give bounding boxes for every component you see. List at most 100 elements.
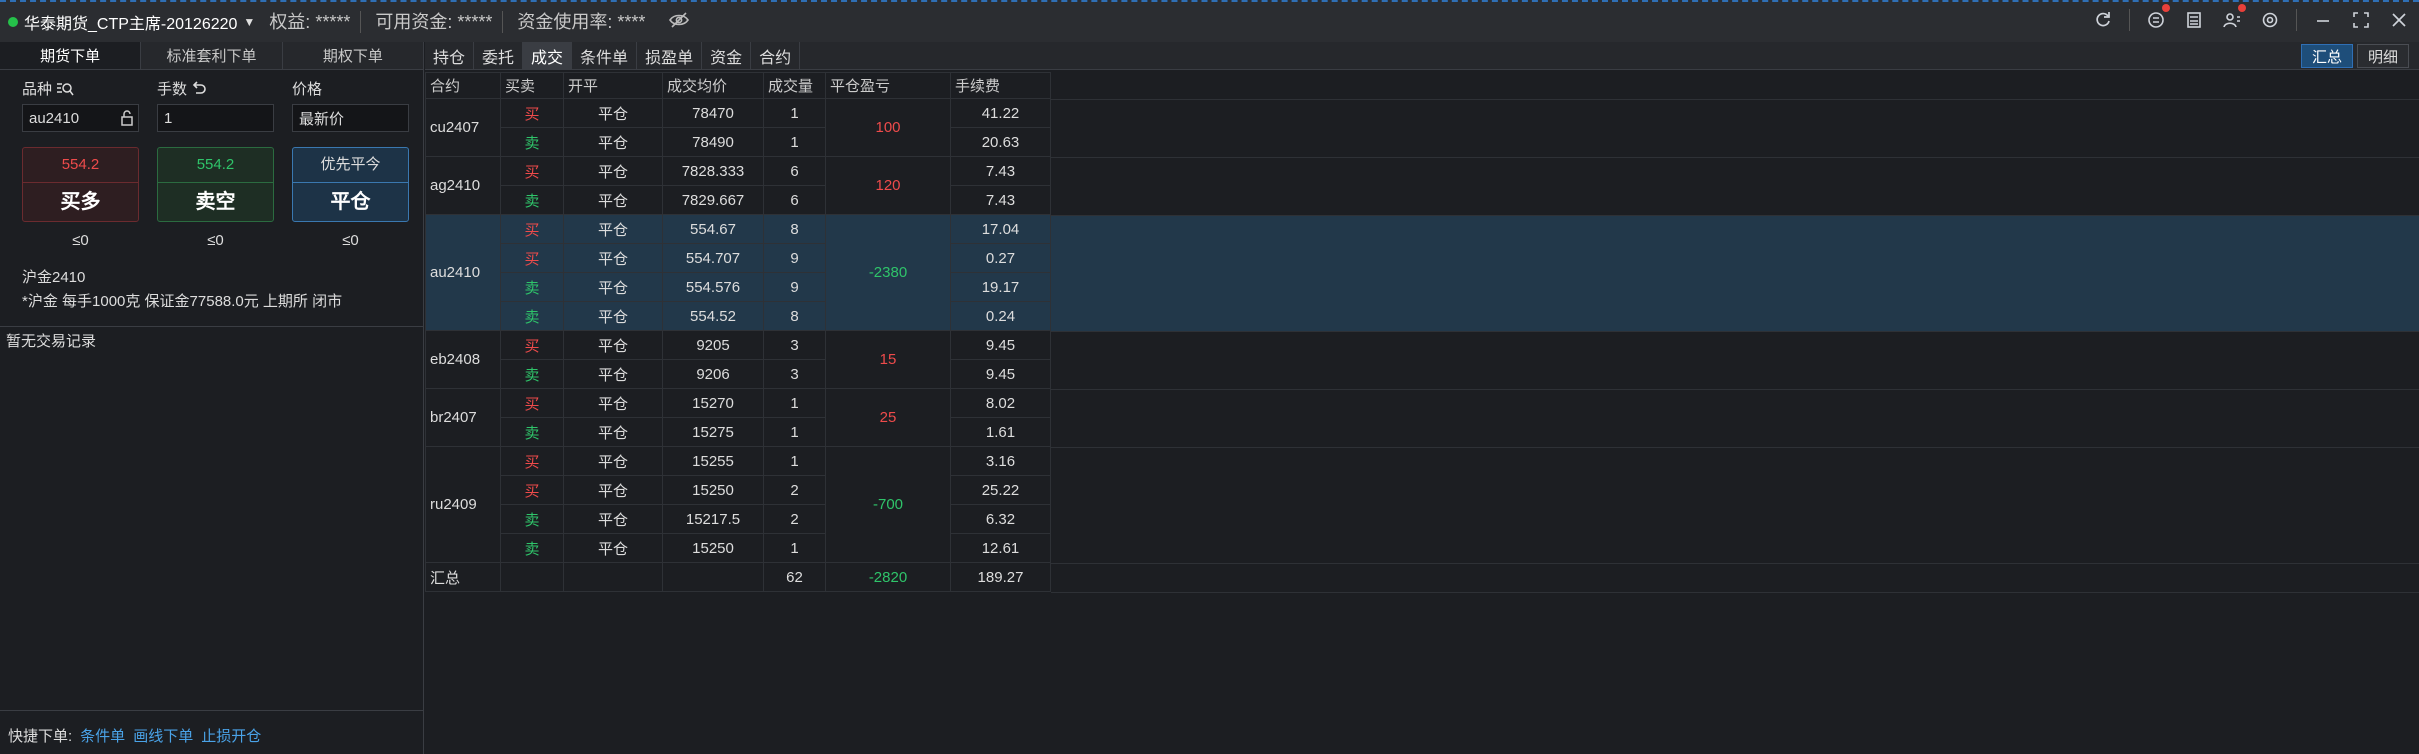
message-icon[interactable]	[2144, 4, 2170, 32]
avg-price-cell: 7828.333	[662, 156, 764, 186]
side-cell: 卖	[500, 127, 564, 157]
column-header[interactable]: 手续费	[950, 72, 1051, 99]
contract-name: 沪金2410	[22, 269, 86, 286]
table-row[interactable]: ru2409 买平仓 15255 1 -700 3.16	[425, 446, 1051, 563]
table-row[interactable]: 卖平仓 78490 1 20.63	[426, 127, 1051, 157]
table-row[interactable]: 卖平仓 554.576 9 19.17	[426, 272, 1051, 302]
table-row[interactable]: 卖平仓 554.52 8 0.24	[426, 301, 1051, 331]
table-row[interactable]: eb2408 买平仓 9205 3 15 9.45	[425, 330, 1051, 389]
quick-order-bar: 快捷下单: 条件单 画线下单 止损开仓	[8, 725, 261, 746]
volume-cell: 3	[763, 330, 826, 360]
total-label-cell: 汇总	[425, 562, 501, 592]
toolbar-divider	[2296, 9, 2297, 31]
search-icon[interactable]	[56, 81, 74, 97]
tab-positions[interactable]: 持仓	[425, 42, 475, 69]
column-header[interactable]: 成交量	[763, 72, 826, 99]
tab-conditional[interactable]: 条件单	[572, 42, 638, 69]
close-priority-text: 优先平今	[320, 156, 381, 173]
close-label: 平仓	[330, 191, 371, 213]
pnl-cell: 15	[825, 330, 951, 389]
total-fee-cell: 189.27	[950, 562, 1051, 592]
sell-short-button[interactable]: 554.2 卖空	[157, 147, 274, 222]
divider	[0, 326, 423, 327]
price-type-value: 最新价	[299, 110, 345, 128]
table-row[interactable]: br2407 买平仓 15270 1 25 8.02	[425, 388, 1051, 447]
column-header[interactable]: 成交均价	[662, 72, 764, 99]
volume-cell: 8	[763, 214, 826, 244]
table-row[interactable]: cu2407 买平仓 78470 1 100 41.22	[425, 98, 1051, 157]
tab-stop-profit[interactable]: 损盈单	[637, 42, 703, 69]
column-header[interactable]: 合约	[425, 72, 501, 99]
table-row[interactable]: 卖平仓 15275 1 1.61	[426, 417, 1051, 447]
sell-price: 554.2	[196, 156, 235, 173]
tab-orders[interactable]: 委托	[474, 42, 524, 69]
volume-cell: 6	[763, 156, 826, 186]
tab-trades[interactable]: 成交	[523, 42, 573, 69]
open-close-cell: 平仓	[563, 417, 663, 447]
table-row[interactable]: 卖平仓 7829.667 6 7.43	[426, 185, 1051, 215]
toolbar-divider	[2129, 9, 2130, 31]
buy-long-button[interactable]: 554.2 买多	[22, 147, 139, 222]
table-row[interactable]: au2410 买平仓 554.67 8 -2380 17.04	[425, 214, 1051, 331]
variety-input[interactable]: au2410	[22, 104, 139, 132]
table-row[interactable]: ag2410 买平仓 7828.333 6 120 7.43	[425, 156, 1051, 215]
fund-usage-text: 资金使用率: ****	[517, 12, 646, 32]
order-panel: 期货下单 标准套利下单 期权下单 品种 手数 价格 au2410 1 最新价 5…	[0, 42, 424, 754]
maximize-icon[interactable]	[2349, 8, 2373, 32]
total-row: 汇总 62 -2820 189.27	[425, 562, 1051, 592]
avg-price-cell: 554.67	[662, 214, 764, 244]
lock-icon[interactable]	[120, 110, 134, 130]
column-header[interactable]: 平仓盈亏	[825, 72, 951, 99]
top-bar: 华泰期货_CTP主席-20126220 ▼ 权益: ***** 可用资金: **…	[0, 0, 2419, 42]
column-header[interactable]: 开平	[563, 72, 663, 99]
open-close-cell: 平仓	[563, 533, 663, 563]
empty-cell	[662, 562, 764, 592]
fee-cell: 6.32	[950, 504, 1051, 534]
order-tabs: 期货下单 标准套利下单 期权下单	[0, 42, 423, 70]
avg-price-cell: 15270	[662, 388, 764, 418]
side-cell: 买	[500, 214, 564, 244]
summary-view-button[interactable]: 汇总	[2300, 44, 2353, 68]
tab-arbitrage-order[interactable]: 标准套利下单	[141, 42, 283, 69]
close-icon[interactable]	[2387, 8, 2411, 32]
table-row[interactable]: 卖平仓 15250 1 12.61	[426, 533, 1051, 563]
link-line-order[interactable]: 画线下单	[133, 725, 193, 746]
avg-price-cell: 78490	[662, 127, 764, 157]
divider	[293, 182, 408, 183]
empty-cell	[563, 562, 663, 592]
undo-icon[interactable]	[191, 80, 207, 97]
fee-cell: 12.61	[950, 533, 1051, 563]
close-position-button[interactable]: 优先平今 平仓	[292, 147, 409, 222]
available-funds-text: 可用资金: *****	[375, 11, 504, 33]
calculator-icon[interactable]	[2182, 8, 2206, 32]
minimize-icon[interactable]	[2311, 8, 2335, 32]
link-conditional-order[interactable]: 条件单	[80, 725, 125, 746]
contract-cell: br2407	[425, 388, 501, 447]
tab-futures-order[interactable]: 期货下单	[0, 42, 142, 69]
refresh-icon[interactable]	[2091, 8, 2115, 32]
link-stop-open[interactable]: 止损开仓	[201, 725, 261, 746]
tab-options-order[interactable]: 期权下单	[283, 42, 423, 69]
connection-status-dot	[8, 17, 18, 27]
close-limit: ≤0	[342, 232, 359, 249]
tab-funds[interactable]: 资金	[702, 42, 752, 69]
open-close-cell: 平仓	[563, 272, 663, 302]
tab-contracts[interactable]: 合约	[751, 42, 801, 69]
account-selector[interactable]: 华泰期货_CTP主席-20126220 ▼	[24, 10, 255, 34]
table-row[interactable]: 卖平仓 15217.5 2 6.32	[426, 504, 1051, 534]
table-row[interactable]: 卖平仓 9206 3 9.45	[426, 359, 1051, 389]
table-row[interactable]: 买平仓 554.707 9 0.27	[426, 243, 1051, 273]
gear-icon[interactable]	[2258, 8, 2282, 32]
detail-view-button[interactable]: 明细	[2356, 44, 2409, 68]
price-type-select[interactable]: 最新价	[292, 104, 409, 132]
side-cell: 卖	[500, 359, 564, 389]
volume-cell: 1	[763, 533, 826, 563]
selected-row-highlight	[1051, 301, 2419, 331]
side-cell: 买	[500, 388, 564, 418]
user-settings-icon[interactable]	[2220, 4, 2246, 32]
hide-eye-icon[interactable]	[669, 11, 690, 33]
column-header[interactable]: 买卖	[500, 72, 564, 99]
qty-input[interactable]: 1	[157, 104, 274, 132]
volume-cell: 3	[763, 359, 826, 389]
table-row[interactable]: 买平仓 15250 2 25.22	[426, 475, 1051, 505]
